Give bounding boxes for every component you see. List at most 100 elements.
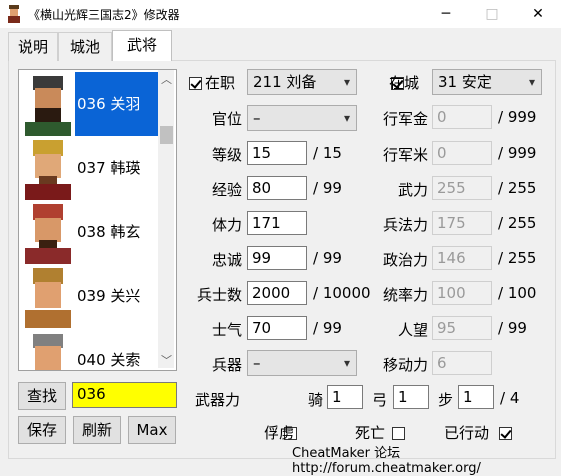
general-list[interactable]: 036 关羽 037 韩瑛 038 韩玄 039 关兴 040 关索 — [18, 69, 177, 371]
command-label: 统率力 — [382, 286, 428, 304]
list-item[interactable]: 040 关索 — [19, 328, 159, 370]
close-button[interactable]: ✕ — [515, 0, 561, 28]
in-city-label: 在城 — [389, 74, 420, 92]
city-select-value: 31 安定 — [438, 73, 492, 91]
captive-label: 俘虏 — [264, 424, 295, 442]
list-item[interactable]: 037 韩瑛 — [19, 136, 159, 200]
city-select[interactable]: 31 安定 ▾ — [432, 69, 542, 95]
command-max: / 100 — [498, 284, 537, 302]
soldiers-max: / 10000 — [313, 284, 371, 302]
hp-label: 体力 — [211, 216, 242, 234]
scroll-up-icon[interactable]: ︿ — [161, 71, 172, 87]
weapon-select[interactable]: – ▾ — [247, 350, 357, 376]
weapon-label: 兵器 — [211, 356, 242, 374]
post-label: 官位 — [211, 110, 242, 128]
exp-field[interactable]: 80 — [247, 176, 307, 200]
save-button[interactable]: 保存 — [18, 416, 66, 444]
reputation-field[interactable]: 95 — [432, 316, 492, 340]
scrollbar-thumb[interactable] — [160, 126, 173, 144]
scroll-down-icon[interactable]: ﹀ — [161, 352, 172, 368]
march-rice-max: / 999 — [498, 144, 537, 162]
app-icon — [8, 5, 20, 23]
movement-field[interactable]: 6 — [432, 351, 492, 375]
lord-select-value: 211 刘备 — [253, 73, 317, 91]
post-select-value: – — [253, 109, 261, 127]
tactics-max: / 255 — [498, 214, 537, 232]
lord-select[interactable]: 211 刘备 ▾ — [247, 69, 357, 95]
list-scrollbar[interactable] — [158, 70, 174, 368]
tab-instructions[interactable]: 说明 — [8, 32, 58, 61]
force-field[interactable]: 255 — [432, 176, 492, 200]
portrait-guan-suo — [33, 334, 63, 370]
chevron-down-icon: ▾ — [343, 111, 350, 125]
cavalry-label: 骑 — [308, 391, 324, 409]
in-office-label: 在职 — [205, 74, 236, 92]
reputation-max: / 99 — [498, 319, 527, 337]
dead-label: 死亡 — [355, 424, 386, 442]
search-input[interactable]: 036 — [72, 382, 177, 408]
soldiers-field[interactable]: 2000 — [247, 281, 307, 305]
portrait-guan-yu — [25, 76, 71, 136]
chevron-down-icon: ▾ — [528, 75, 535, 89]
tab-generals[interactable]: 武将 — [112, 30, 172, 61]
morale-label: 士气 — [211, 321, 242, 339]
portrait-han-xuan — [25, 204, 71, 264]
max-button[interactable]: Max — [128, 416, 176, 444]
march-gold-label: 行军金 — [382, 110, 428, 128]
tab-cities[interactable]: 城池 — [58, 32, 112, 61]
tactics-label: 兵法力 — [382, 216, 428, 234]
list-item-label: 036 关羽 — [75, 72, 161, 136]
weapon-select-value: – — [253, 354, 261, 372]
march-rice-label: 行军米 — [382, 146, 428, 164]
loyalty-max: / 99 — [313, 249, 342, 267]
weapon-power-max: / 4 — [500, 389, 520, 407]
list-item[interactable]: 038 韩玄 — [19, 200, 159, 264]
bow-label: 弓 — [372, 391, 388, 409]
chevron-down-icon: ▾ — [343, 75, 350, 89]
in-office-checkbox[interactable] — [189, 77, 202, 90]
acted-label: 已行动 — [444, 424, 490, 442]
minimize-button[interactable]: ─ — [423, 0, 469, 28]
force-max: / 255 — [498, 179, 537, 197]
acted-checkbox[interactable] — [499, 427, 513, 440]
loyalty-label: 忠诚 — [211, 251, 242, 269]
chevron-down-icon: ▾ — [343, 356, 350, 370]
forum-link[interactable]: CheatMaker 论坛 http://forum.cheatmaker.or… — [292, 442, 561, 476]
weapon-power-label: 武器力 — [195, 391, 241, 409]
foot-field[interactable]: 1 — [458, 385, 494, 409]
portrait-han-ying — [25, 140, 71, 200]
march-gold-max: / 999 — [498, 108, 537, 126]
march-gold-field[interactable]: 0 — [432, 105, 492, 129]
list-item[interactable]: 039 关兴 — [19, 264, 159, 328]
exp-label: 经验 — [211, 181, 242, 199]
dead-checkbox[interactable] — [392, 427, 406, 440]
list-item[interactable]: 036 关羽 — [19, 72, 161, 136]
search-button[interactable]: 查找 — [18, 382, 66, 410]
force-label: 武力 — [397, 181, 428, 199]
cavalry-field[interactable]: 1 — [327, 385, 363, 409]
exp-max: / 99 — [313, 179, 342, 197]
level-field[interactable]: 15 — [247, 141, 307, 165]
refresh-button[interactable]: 刷新 — [73, 416, 121, 444]
window-title: 《横山光辉三国志2》修改器 — [28, 8, 180, 22]
tactics-field[interactable]: 175 — [432, 211, 492, 235]
list-item-label: 037 韩瑛 — [77, 159, 141, 177]
politics-label: 政治力 — [382, 251, 428, 269]
loyalty-field[interactable]: 99 — [247, 246, 307, 270]
reputation-label: 人望 — [397, 321, 428, 339]
level-label: 等级 — [211, 146, 242, 164]
morale-field[interactable]: 70 — [247, 316, 307, 340]
post-select[interactable]: – ▾ — [247, 105, 357, 131]
list-item-label: 040 关索 — [77, 351, 141, 369]
hp-field[interactable]: 171 — [247, 211, 307, 235]
movement-label: 移动力 — [382, 356, 428, 374]
portrait-guan-xing — [25, 268, 71, 328]
list-item-label: 039 关兴 — [77, 287, 141, 305]
command-field[interactable]: 100 — [432, 281, 492, 305]
soldiers-label: 兵士数 — [196, 286, 242, 304]
morale-max: / 99 — [313, 319, 342, 337]
maximize-button[interactable]: □ — [469, 0, 515, 28]
politics-field[interactable]: 146 — [432, 246, 492, 270]
bow-field[interactable]: 1 — [393, 385, 429, 409]
march-rice-field[interactable]: 0 — [432, 141, 492, 165]
